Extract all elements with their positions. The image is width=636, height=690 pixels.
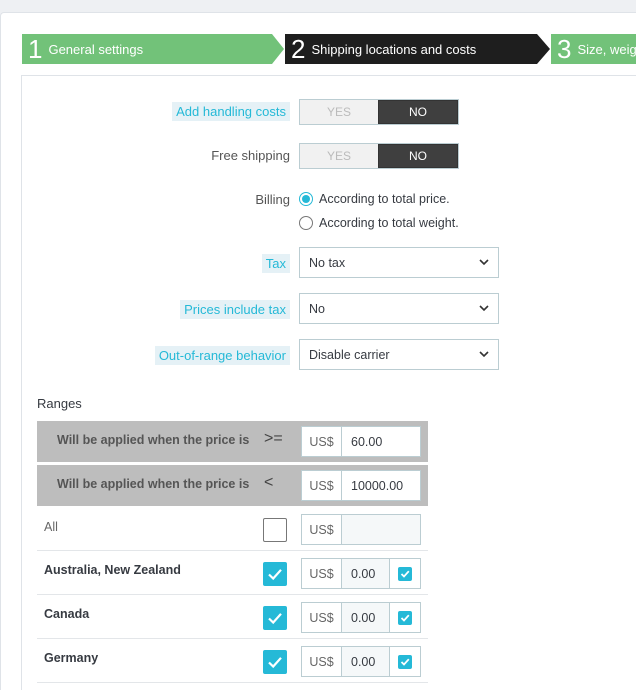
- range-upper-input[interactable]: US$ 10000.00: [301, 470, 421, 501]
- switch-yes-option[interactable]: YES: [300, 100, 378, 124]
- billing-option-weight[interactable]: According to total weight.: [299, 216, 459, 230]
- select-value: Disable carrier: [309, 347, 390, 362]
- radio-selected[interactable]: [299, 192, 313, 206]
- zone-row-all: All US$: [37, 507, 428, 551]
- zone-price-input[interactable]: US$ 0.00: [301, 602, 421, 633]
- zone-price-enable-checkbox[interactable]: [389, 603, 420, 632]
- step-label: Shipping locations and costs: [311, 41, 477, 57]
- check-icon: [268, 613, 282, 625]
- select-value: No: [309, 301, 325, 316]
- out-of-range-select[interactable]: Disable carrier: [299, 339, 499, 370]
- zone-name: Australia, New Zealand: [44, 563, 181, 577]
- check-icon: [400, 614, 410, 622]
- step-label: Size, weig: [577, 41, 636, 57]
- chevron-down-icon: [479, 351, 489, 358]
- carrier-wizard: 1 General settings 2 Shipping locations …: [0, 0, 636, 690]
- currency-addon: US$: [302, 603, 342, 632]
- radio-label: According to total weight.: [319, 216, 459, 230]
- handling-costs-label[interactable]: Add handling costs: [172, 102, 290, 121]
- range-text: Will be applied when the price is: [57, 433, 250, 447]
- ranges-heading: Ranges: [37, 396, 82, 411]
- check-icon: [400, 570, 410, 578]
- handling-costs-switch[interactable]: YES NO: [299, 99, 459, 125]
- switch-no-option[interactable]: NO: [378, 100, 458, 124]
- zone-price-value[interactable]: 0.00: [342, 647, 389, 676]
- radio-unselected[interactable]: [299, 216, 313, 230]
- tax-label[interactable]: Tax: [261, 254, 290, 273]
- currency-addon: US$: [302, 647, 342, 676]
- range-value[interactable]: 60.00: [342, 427, 420, 456]
- currency-addon: US$: [302, 471, 342, 500]
- range-text: Will be applied when the price is: [57, 477, 250, 491]
- switch-no-option[interactable]: NO: [378, 144, 458, 168]
- radio-label: According to total price.: [319, 192, 450, 206]
- zone-price-value[interactable]: 0.00: [342, 559, 389, 588]
- zone-price-value[interactable]: 0.00: [342, 603, 389, 632]
- check-icon: [268, 657, 282, 669]
- zone-price-input[interactable]: US$ 0.00: [301, 646, 421, 677]
- free-shipping-switch[interactable]: YES NO: [299, 143, 459, 169]
- zone-price-enable-checkbox[interactable]: [389, 559, 420, 588]
- zone-checkbox[interactable]: [263, 518, 287, 542]
- range-operator: <: [264, 474, 274, 491]
- range-operator: >=: [264, 430, 283, 447]
- zone-price-enable-checkbox[interactable]: [389, 647, 420, 676]
- zone-price-input[interactable]: US$ 0.00: [301, 558, 421, 589]
- switch-yes-option[interactable]: YES: [300, 144, 378, 168]
- billing-option-price[interactable]: According to total price.: [299, 192, 450, 206]
- prices-include-tax-label[interactable]: Prices include tax: [180, 300, 290, 319]
- out-of-range-label[interactable]: Out-of-range behavior: [154, 346, 290, 365]
- billing-label: Billing: [255, 192, 290, 207]
- tax-select[interactable]: No tax: [299, 247, 499, 278]
- range-lower-row: Will be applied when the price is >= US$…: [37, 421, 428, 462]
- range-upper-row: Will be applied when the price is < US$ …: [37, 465, 428, 506]
- step-label: General settings: [48, 41, 144, 57]
- currency-addon: US$: [302, 515, 342, 544]
- chevron-down-icon: [479, 259, 489, 266]
- range-value[interactable]: 10000.00: [342, 471, 420, 500]
- wizard-step-general-settings[interactable]: 1 General settings: [22, 34, 284, 64]
- step-number: 1: [28, 34, 43, 64]
- zone-row-germany: Germany US$ 0.00: [37, 639, 428, 683]
- zone-name: All: [44, 520, 58, 534]
- zone-row-australia-new-zealand: Australia, New Zealand US$ 0.00: [37, 551, 428, 595]
- step-number: 3: [557, 34, 572, 64]
- wizard-step-shipping-locations[interactable]: 2 Shipping locations and costs: [285, 34, 550, 64]
- zone-checkbox[interactable]: [263, 650, 287, 674]
- prices-include-tax-select[interactable]: No: [299, 293, 499, 324]
- check-icon: [268, 569, 282, 581]
- check-icon: [400, 658, 410, 666]
- currency-addon: US$: [302, 559, 342, 588]
- range-lower-input[interactable]: US$ 60.00: [301, 426, 421, 457]
- zone-checkbox[interactable]: [263, 606, 287, 630]
- zone-name: Canada: [44, 607, 90, 621]
- zone-checkbox[interactable]: [263, 562, 287, 586]
- chevron-down-icon: [479, 305, 489, 312]
- select-value: No tax: [309, 255, 346, 270]
- zone-row-canada: Canada US$ 0.00: [37, 595, 428, 639]
- wizard-step-size-weight[interactable]: 3 Size, weig: [551, 34, 636, 64]
- currency-addon: US$: [302, 427, 342, 456]
- zone-price-input[interactable]: US$: [301, 514, 421, 545]
- zone-price-value[interactable]: [342, 515, 420, 544]
- zone-name: Germany: [44, 651, 99, 665]
- free-shipping-label: Free shipping: [211, 148, 290, 163]
- step-number: 2: [291, 34, 306, 64]
